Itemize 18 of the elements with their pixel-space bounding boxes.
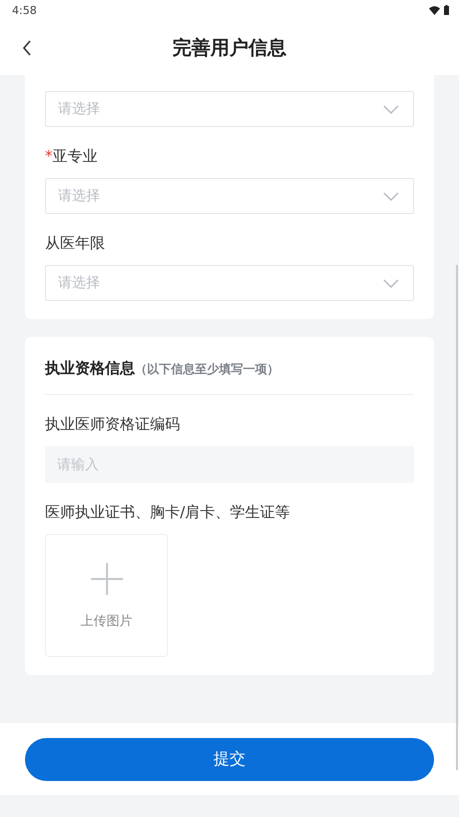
section-title: 执业资格信息（以下信息至少填写一项） [45, 359, 280, 378]
wifi-icon [429, 6, 440, 14]
submit-button[interactable]: 提交 [25, 738, 434, 780]
upload-button[interactable]: 上传图片 [45, 534, 168, 657]
plus-icon [90, 562, 124, 596]
battery-icon [444, 5, 449, 15]
chevron-down-icon [383, 278, 399, 288]
chevron-down-icon [383, 192, 399, 200]
status-time: 4:58 [12, 4, 37, 16]
chevron-down-icon [383, 104, 399, 114]
field-label: 从医年限 [45, 234, 106, 253]
field-label: *亚专业 [45, 147, 98, 166]
select-field[interactable]: 请选择 [45, 178, 414, 214]
select-field[interactable]: 请选择 [45, 91, 414, 127]
field-label: 执业医师资格证编码 [45, 415, 181, 434]
field-label: 医师执业证书、胸卡/肩卡、学生证等 [45, 503, 292, 522]
select-field[interactable]: 请选择 [45, 265, 414, 301]
page-title: 完善用户信息 [172, 36, 286, 60]
